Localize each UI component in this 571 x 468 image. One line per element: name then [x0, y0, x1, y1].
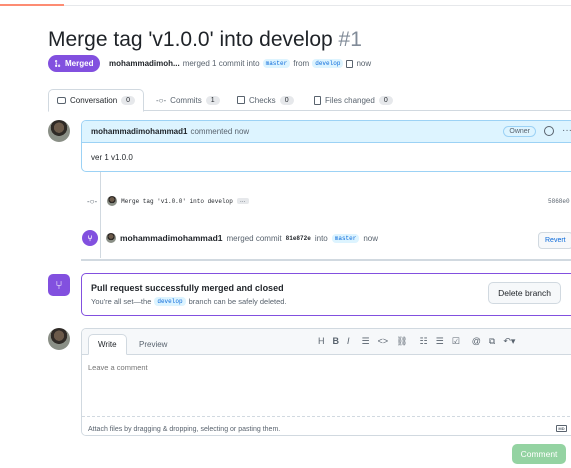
- tab-conversation-label: Conversation: [70, 96, 118, 105]
- merged-badge-label: Merged: [65, 59, 94, 68]
- base-branch-label[interactable]: master: [262, 59, 291, 68]
- merged-state-badge: Merged: [48, 55, 101, 72]
- avatar[interactable]: [107, 196, 118, 206]
- merge-status-box: Pull request successfully merged and clo…: [81, 273, 571, 316]
- comment-body: ver 1 v1.0.0: [91, 153, 133, 162]
- pr-number: #1: [338, 28, 362, 51]
- merge-status-branch[interactable]: develop: [154, 297, 186, 306]
- timeline-divider: [81, 259, 571, 261]
- merge-event: ⑂ mohammadimohammad1 merged commit 81e87…: [82, 230, 378, 246]
- commit-icon: -○-: [156, 95, 167, 105]
- merge-branch-label[interactable]: master: [331, 233, 360, 243]
- comment-header: mohammadimohammad1 commented now Owner ·…: [82, 121, 571, 143]
- merge-summary: merged 1 commit into: [182, 59, 260, 68]
- tab-files-changed[interactable]: Files changed 0: [314, 89, 393, 111]
- attach-files-area[interactable]: Attach files by dragging & dropping, sel…: [82, 419, 571, 435]
- reference-icon[interactable]: ⧉: [489, 336, 495, 347]
- merge-author-link[interactable]: mohammadimohammad1: [120, 233, 223, 243]
- merge-icon: [55, 59, 61, 68]
- page-title: Merge tag 'v1.0.0' into develop #1: [48, 28, 362, 52]
- italic-icon[interactable]: I: [347, 336, 350, 347]
- tab-preview[interactable]: Preview: [130, 334, 176, 355]
- avatar[interactable]: [48, 328, 70, 350]
- heading-icon[interactable]: H: [318, 336, 325, 347]
- commit-message-link[interactable]: Merge tag 'v1.0.0' into develop: [121, 198, 233, 205]
- pr-meta: mohammadimoh... merged 1 commit into mas…: [109, 55, 371, 72]
- merge-status-icon: ⑂: [48, 274, 70, 296]
- top-navigation-bar: [0, 0, 571, 6]
- revert-button[interactable]: Revert: [538, 232, 571, 249]
- editor-header: Write Preview H B I ☰ <> ⛓ ☷ ☰ ☑ @ ⧉ ↶▾: [82, 329, 571, 355]
- pr-time: now: [356, 59, 372, 68]
- merge-sha-link[interactable]: 81e872e: [286, 235, 311, 242]
- avatar[interactable]: [106, 233, 116, 243]
- tab-checks-label: Checks: [249, 95, 276, 105]
- tab-checks-count: 0: [279, 95, 294, 105]
- merge-action: merged commit: [226, 233, 282, 243]
- pr-tabs: Conversation 0 -○- Commits 1 Checks 0 Fi…: [48, 89, 571, 112]
- quote-icon[interactable]: ☰: [362, 336, 370, 347]
- ordered-list-icon[interactable]: ☰: [436, 336, 444, 347]
- checks-icon: [237, 96, 245, 104]
- merge-into: into: [314, 233, 328, 243]
- attach-files-text: Attach files by dragging & dropping, sel…: [88, 425, 281, 433]
- comment-card: mohammadimohammad1 commented now Owner ·…: [81, 120, 571, 172]
- active-nav-underline: [0, 4, 64, 6]
- markdown-toolbar: H B I ☰ <> ⛓ ☷ ☰ ☑ @ ⧉ ↶▾: [318, 336, 515, 347]
- tab-files-label: Files changed: [325, 95, 375, 105]
- pr-author-link[interactable]: mohammadimoh...: [109, 59, 180, 68]
- comment-action: commented now: [190, 127, 250, 136]
- tab-commits-label: Commits: [170, 95, 202, 105]
- tab-commits[interactable]: -○- Commits 1: [156, 89, 220, 111]
- commit-icon: -○-: [87, 196, 98, 206]
- from-text: from: [293, 59, 310, 68]
- merge-time: now: [363, 233, 379, 243]
- tab-write[interactable]: Write: [88, 334, 127, 355]
- expand-commit-button[interactable]: …: [236, 198, 249, 204]
- tab-files-count: 0: [378, 95, 393, 105]
- commit-event: -○- Merge tag 'v1.0.0' into develop …: [87, 196, 249, 206]
- tab-conversation[interactable]: Conversation 0: [48, 89, 145, 112]
- head-branch-label[interactable]: develop: [312, 59, 344, 68]
- copy-icon[interactable]: [346, 59, 354, 68]
- unordered-list-icon[interactable]: ☷: [420, 336, 428, 347]
- comment-textarea[interactable]: [82, 355, 571, 417]
- avatar[interactable]: [48, 120, 70, 142]
- conversation-icon: [57, 97, 66, 104]
- comment-editor: Write Preview H B I ☰ <> ⛓ ☷ ☰ ☑ @ ⧉ ↶▾ …: [81, 328, 571, 436]
- link-icon[interactable]: ⛓: [396, 336, 407, 347]
- bold-icon[interactable]: B: [333, 336, 340, 347]
- comment-submit-button[interactable]: Comment: [512, 444, 566, 464]
- mention-icon[interactable]: @: [472, 336, 481, 347]
- reply-icon[interactable]: ↶▾: [503, 336, 515, 347]
- tab-conversation-count: 0: [121, 96, 136, 105]
- emoji-reaction-icon[interactable]: [544, 126, 554, 136]
- markdown-icon[interactable]: MD: [556, 425, 567, 432]
- code-icon[interactable]: <>: [378, 336, 389, 347]
- pr-title: Merge tag 'v1.0.0' into develop: [48, 28, 333, 51]
- file-diff-icon: [314, 95, 321, 105]
- tab-commits-count: 1: [205, 95, 220, 105]
- commit-sha-link[interactable]: 5868e0: [548, 198, 570, 205]
- delete-branch-button[interactable]: Delete branch: [488, 282, 561, 304]
- merge-status-prefix: You're all set—the: [91, 297, 152, 306]
- merge-status-suffix: branch can be safely deleted.: [188, 297, 287, 306]
- more-options-icon[interactable]: ···: [562, 125, 571, 136]
- owner-badge: Owner: [503, 126, 536, 137]
- tab-checks[interactable]: Checks 0: [237, 89, 294, 111]
- comment-author-link[interactable]: mohammadimohammad1: [91, 127, 187, 136]
- task-list-icon[interactable]: ☑: [452, 336, 460, 347]
- merge-icon: ⑂: [82, 230, 98, 246]
